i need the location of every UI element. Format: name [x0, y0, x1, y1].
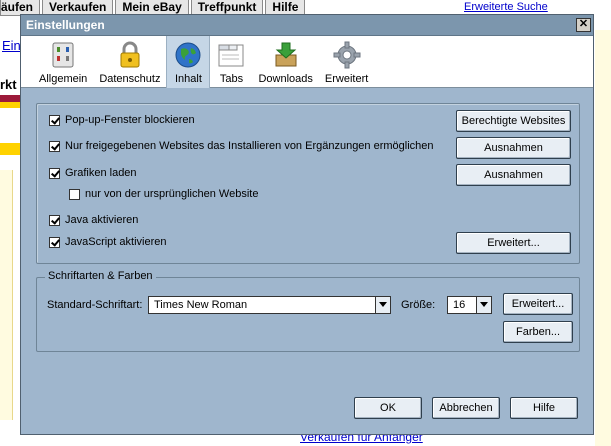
colors-button[interactable]: Farben... [503, 321, 573, 343]
cancel-button[interactable]: Abbrechen [432, 397, 500, 419]
dialog-titlebar[interactable]: Einstellungen ✕ [21, 15, 593, 36]
tab-downloads[interactable]: Downloads [252, 36, 318, 88]
preferences-dialog: Einstellungen ✕ Allgemein Datenschutz In… [20, 14, 594, 435]
bg-yellow-strip [0, 102, 20, 108]
javascript-label: JavaScript aktivieren [65, 236, 167, 248]
settings-panel-icon [52, 42, 74, 68]
fonts-advanced-button[interactable]: Erweitert... [503, 293, 573, 315]
ok-button[interactable]: OK [354, 397, 422, 419]
bg-fragment-heading: rkt [0, 77, 17, 92]
tab-downloads-label: Downloads [258, 73, 313, 85]
tab-allgemein[interactable]: Allgemein [33, 36, 93, 88]
popup-block-row[interactable]: Pop-up-Fenster blockieren [49, 114, 195, 126]
size-label: Größe: [401, 299, 436, 311]
tab-allgemein-label: Allgemein [39, 73, 88, 85]
javascript-checkbox[interactable] [49, 236, 60, 248]
tab-inhalt[interactable]: Inhalt [166, 36, 211, 88]
help-button[interactable]: Hilfe [510, 397, 578, 419]
tab-datenschutz[interactable]: Datenschutz [93, 36, 166, 88]
tab-tabs-label: Tabs [219, 73, 244, 85]
addons-label: Nur freigegebenen Websites das Installie… [65, 140, 434, 152]
addons-checkbox[interactable] [49, 140, 60, 152]
chevron-down-icon[interactable] [375, 297, 390, 313]
images-exceptions-button[interactable]: Ausnahmen [456, 164, 571, 186]
bg-right-panel [595, 30, 611, 446]
tab-erweitert-label: Erweitert [324, 73, 369, 85]
advanced-search-link[interactable]: Erweiterte Suche [464, 1, 548, 13]
default-font-label: Standard-Schriftart: [47, 299, 143, 311]
fonts-colors-group: Schriftarten & Farben Standard-Schriftar… [36, 270, 580, 352]
javascript-advanced-button[interactable]: Erweitert... [456, 232, 571, 254]
tabs-window-icon [218, 44, 244, 67]
java-checkbox[interactable] [49, 214, 60, 226]
tab-datenschutz-label: Datenschutz [99, 73, 161, 85]
javascript-row[interactable]: JavaScript aktivieren [49, 236, 167, 248]
load-images-checkbox[interactable] [49, 167, 60, 179]
preferences-toolbar: Allgemein Datenschutz Inhalt Tabs Downlo… [21, 36, 593, 88]
padlock-icon [120, 41, 140, 68]
font-size-select[interactable]: 16 [447, 296, 492, 314]
fonts-colors-legend: Schriftarten & Farben [45, 270, 156, 282]
tab-inhalt-label: Inhalt [175, 73, 202, 85]
images-origin-label: nur von der ursprünglichen Website [85, 188, 259, 200]
chevron-down-icon[interactable] [476, 297, 491, 313]
tab-tabs[interactable]: Tabs [210, 36, 252, 88]
addons-row[interactable]: Nur freigegebenen Websites das Installie… [49, 140, 434, 152]
images-origin-row[interactable]: nur von der ursprünglichen Website [69, 188, 258, 200]
images-origin-checkbox[interactable] [69, 188, 80, 200]
font-size-value: 16 [453, 299, 466, 311]
popup-block-label: Pop-up-Fenster blockieren [65, 114, 195, 126]
java-row[interactable]: Java aktivieren [49, 214, 138, 226]
default-font-select[interactable]: Times New Roman [148, 296, 391, 314]
popup-block-checkbox[interactable] [49, 114, 60, 126]
load-images-label: Grafiken laden [65, 167, 137, 179]
content-options-panel: Pop-up-Fenster blockieren Nur freigegebe… [36, 103, 580, 264]
dialog-title: Einstellungen [26, 18, 105, 32]
load-images-row[interactable]: Grafiken laden [49, 167, 137, 179]
java-label: Java aktivieren [65, 214, 139, 226]
allowed-sites-button[interactable]: Berechtigte Websites [456, 110, 571, 132]
addons-exceptions-button[interactable]: Ausnahmen [456, 137, 571, 159]
bg-red-strip [0, 95, 20, 102]
tab-erweitert[interactable]: Erweitert [319, 36, 374, 88]
default-font-value: Times New Roman [154, 299, 248, 311]
gear-icon [333, 41, 361, 69]
bg-yellow-strip-2 [0, 143, 20, 155]
close-button[interactable]: ✕ [576, 18, 591, 32]
download-box-icon [275, 42, 297, 67]
globe-icon [175, 42, 201, 68]
bg-side-panel [0, 170, 13, 420]
bg-fragment-link[interactable]: Ein [2, 38, 21, 53]
